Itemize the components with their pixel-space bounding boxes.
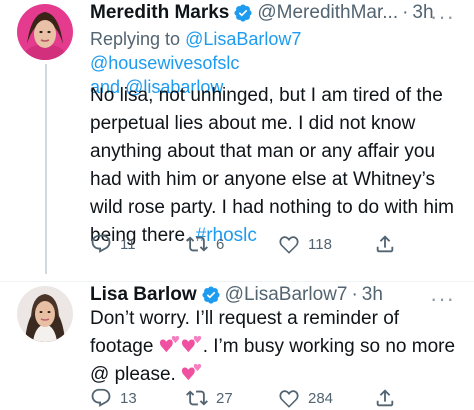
retweet-count: 6	[216, 235, 225, 253]
tweet-text-line: Don’t worry. I’ll request a reminder of	[90, 308, 400, 329]
retweet-button[interactable]: 6	[186, 233, 224, 255]
tweet-text-line: footage . I’m busy working so no more	[90, 333, 458, 361]
user-handle[interactable]: @MeredithMar...	[257, 1, 398, 25]
tweet-text-segment: . I’m busy working so no more	[202, 336, 456, 357]
two-hearts-emoji-icon	[159, 335, 179, 353]
retweet-count: 27	[216, 389, 233, 407]
tweet-text-line: perpetual lies about me. I did not know	[90, 113, 416, 134]
tweet-text-segment: @ please.	[90, 364, 176, 385]
replying-prefix: Replying to	[90, 29, 181, 49]
more-options-icon[interactable]: ···	[430, 288, 455, 310]
retweet-icon	[186, 236, 208, 252]
more-options-icon[interactable]: ···	[430, 6, 455, 28]
tweet-text-line: had with him or anyone else at Whitney’s	[90, 169, 435, 190]
avatar-meredith[interactable]	[17, 4, 73, 60]
separator-dot: ·	[402, 2, 409, 23]
mention-link[interactable]: @LisaBarlow7	[185, 29, 301, 49]
tweet-lisa[interactable]: Lisa Barlow @LisaBarlow7 · 3h ··· Don’t …	[0, 282, 474, 408]
tweet-text-segment: footage	[90, 336, 154, 357]
share-button[interactable]	[374, 233, 396, 255]
like-count: 118	[308, 235, 332, 253]
thread-connector-line	[45, 64, 47, 274]
tweet-header: Meredith Marks @MeredithMar... · 3h	[90, 1, 434, 25]
share-icon	[376, 235, 394, 253]
heart-icon	[279, 236, 299, 254]
tweet-actions: 13 27 284	[90, 386, 394, 410]
verified-badge-icon	[202, 286, 220, 304]
separator-dot: ·	[351, 284, 358, 305]
two-hearts-emoji-icon	[181, 335, 201, 353]
tweet-actions: 11 6 118	[90, 232, 394, 256]
avatar-lisa[interactable]	[17, 286, 73, 342]
tweet-text-line: wild rose party. I had nothing to do wit…	[90, 197, 455, 218]
reply-icon	[91, 234, 111, 253]
user-handle[interactable]: @LisaBarlow7	[225, 283, 348, 307]
like-button[interactable]: 118	[278, 233, 332, 255]
reply-count: 13	[120, 389, 137, 407]
display-name[interactable]: Meredith Marks	[90, 1, 229, 25]
tweet-text-line: @ please.	[90, 361, 458, 389]
tweet-text: No lisa, not unhinged, but I am tired of…	[90, 82, 458, 250]
tweet-text-line: No lisa, not unhinged, but I am tired of…	[90, 85, 443, 106]
timestamp[interactable]: 3h	[362, 283, 383, 307]
tweet-text-line: anything about that man or any affair yo…	[90, 141, 436, 162]
two-hearts-emoji-icon	[182, 363, 202, 381]
like-count: 284	[308, 389, 334, 407]
reply-count: 11	[120, 235, 136, 253]
tweet-text: Don’t worry. I’ll request a reminder of …	[90, 305, 458, 389]
tweet-header: Lisa Barlow @LisaBarlow7 · 3h	[90, 283, 383, 307]
reply-button[interactable]: 11	[90, 233, 136, 255]
display-name[interactable]: Lisa Barlow	[90, 283, 197, 307]
verified-badge-icon	[234, 4, 252, 22]
mention-link[interactable]: @housewivesofslc	[90, 53, 239, 73]
tweet-meredith[interactable]: Meredith Marks @MeredithMar... · 3h ··· …	[0, 0, 474, 282]
